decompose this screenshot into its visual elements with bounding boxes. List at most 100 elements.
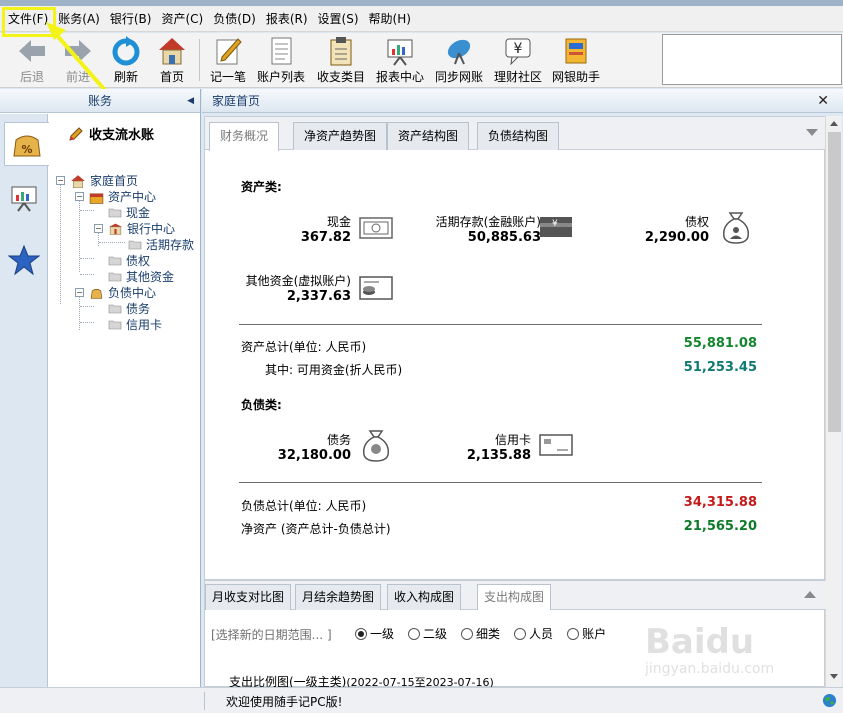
asset-cash[interactable]: 现金 367.82 (265, 213, 351, 245)
tree-item-assets[interactable]: 资产中心 (89, 188, 156, 205)
tree-line (80, 274, 94, 275)
home-button[interactable]: 首页 (152, 35, 192, 85)
back-arrow-icon (19, 40, 45, 62)
virtual-wallet-icon (359, 276, 393, 300)
bank-building-icon (109, 223, 122, 235)
tab-monthly-income-expense[interactable]: 月收支对比图 (205, 584, 292, 610)
category-button[interactable]: 收支类目 (314, 35, 368, 85)
liability-credit-card[interactable]: 信用卡 2,135.88 (445, 431, 531, 463)
tree-line (98, 232, 99, 246)
money-bag-percent-icon: % (13, 135, 41, 157)
menu-liabilities[interactable]: 负债(D) (209, 8, 260, 30)
vtab-favorites[interactable] (4, 238, 44, 282)
folder-icon (108, 320, 122, 330)
record-button[interactable]: 记一笔 (206, 35, 250, 85)
tree-item-creditor[interactable]: 债权 (108, 252, 150, 269)
menu-help[interactable]: 帮助(H) (365, 8, 415, 30)
report-center-button[interactable]: 报表中心 (373, 35, 427, 85)
back-button[interactable]: 后退 (12, 35, 52, 85)
chevron-up-icon[interactable] (804, 591, 816, 598)
tab-income-composition[interactable]: 收入构成图 (387, 584, 462, 610)
asset-demand-deposit[interactable]: 活期存款(金融账户) 50,885.63 (415, 213, 541, 245)
bank-card-yen-icon: ¥ (540, 217, 572, 237)
radio-account[interactable]: 账户 (567, 625, 606, 642)
scroll-down-icon[interactable] (830, 674, 838, 679)
collapse-icon[interactable]: ◀ (187, 89, 194, 113)
refresh-button[interactable]: 刷新 (106, 35, 146, 85)
menu-settings[interactable]: 设置(S) (314, 8, 363, 30)
asset-total-value: 55,881.08 (683, 336, 757, 351)
toolbar-blank-area (662, 34, 842, 85)
account-list-button[interactable]: 账户列表 (254, 35, 308, 85)
tree-item-bank[interactable]: 银行中心 (108, 220, 175, 237)
forward-button[interactable]: 前进 (58, 35, 98, 85)
radio-person[interactable]: 人员 (514, 625, 553, 642)
asset-creditor[interactable]: 债权 2,290.00 (623, 213, 709, 245)
radio-level-1[interactable]: 一级 (355, 625, 394, 642)
tab-net-asset-trend[interactable]: 净资产趋势图 (293, 122, 388, 150)
radio-empty-icon (567, 627, 580, 640)
vertical-scrollbar[interactable] (825, 116, 842, 687)
status-bar: 欢迎使用随手记PC版! (0, 687, 843, 713)
star-icon (8, 244, 40, 276)
bank-card-stack-icon (565, 38, 587, 64)
net-assets-label: 净资产 (资产总计-负债总计) (241, 522, 391, 536)
assets-section-title: 资产类: (241, 180, 282, 194)
chevron-down-icon[interactable] (806, 129, 818, 136)
presentation-board-icon (11, 186, 37, 212)
tree-item-demand-deposit[interactable]: 活期存款 (128, 236, 194, 253)
money-sack-icon (90, 288, 103, 299)
tree-item-credit-card[interactable]: 信用卡 (108, 316, 162, 333)
left-nav-pane: 账务 ◀ % 收支流水账 − 家庭首页 − 资产中心 现金 − 银行中心 活期存… (0, 89, 201, 687)
asset-other-funds[interactable]: 其他资金(虚拟账户) 2,337.63 (241, 272, 351, 304)
net-assets-value: 21,565.20 (683, 519, 757, 534)
tree-item-liabilities[interactable]: 负债中心 (89, 284, 156, 301)
svg-text:%: % (21, 143, 32, 156)
scrollbar-thumb[interactable] (828, 132, 841, 432)
house-icon (159, 38, 185, 65)
radio-empty-icon (408, 627, 421, 640)
tree-expand-toggle[interactable]: − (94, 224, 103, 233)
tree-line (79, 296, 80, 330)
flow-book-link[interactable]: 收支流水账 (68, 124, 154, 143)
liability-total-label: 负债总计(单位: 人民币) (241, 499, 367, 513)
folder-icon (108, 208, 122, 218)
tree-line (80, 322, 94, 323)
house-icon (71, 174, 85, 188)
bank-assistant-button[interactable]: 网银助手 (549, 35, 603, 85)
menu-bank[interactable]: 银行(B) (106, 8, 156, 30)
radio-level-2[interactable]: 二级 (408, 625, 447, 642)
sync-button[interactable]: 同步网账 (432, 35, 486, 85)
tab-liability-structure[interactable]: 负债结构图 (477, 122, 560, 150)
vtab-accounts[interactable]: % (4, 122, 49, 166)
folder-icon (108, 256, 122, 266)
vtab-reports[interactable] (4, 176, 44, 220)
tab-asset-structure[interactable]: 资产结构图 (387, 122, 470, 150)
radio-subcategory[interactable]: 细类 (461, 625, 500, 642)
tree-expand-toggle[interactable]: − (75, 192, 84, 201)
liability-debt[interactable]: 债务 32,180.00 (265, 431, 351, 463)
tab-financial-overview[interactable]: 财务概况 (209, 122, 280, 151)
tree-expand-toggle[interactable]: − (56, 176, 65, 185)
document-list-icon (271, 37, 292, 65)
community-button[interactable]: ¥ 理财社区 (491, 35, 545, 85)
scroll-up-icon[interactable] (830, 121, 838, 126)
globe-icon (822, 693, 837, 708)
close-icon[interactable]: ✕ (817, 89, 829, 113)
overview-tabs: 财务概况 净资产趋势图 资产结构图 负债结构图 (205, 117, 826, 151)
svg-text:jingyan.baidu.com: jingyan.baidu.com (645, 661, 774, 677)
menu-assets[interactable]: 资产(C) (157, 8, 207, 30)
tree-expand-toggle[interactable]: − (75, 288, 84, 297)
menu-reports[interactable]: 报表(R) (262, 8, 312, 30)
tree-item-other-funds[interactable]: 其他资金 (108, 268, 174, 285)
tab-expense-composition[interactable]: 支出构成图 (477, 584, 552, 610)
date-range-selector[interactable]: [选择新的日期范围... ] (211, 626, 332, 643)
tree-item-cash[interactable]: 现金 (108, 204, 150, 221)
tab-monthly-balance-trend[interactable]: 月结余趋势图 (295, 584, 382, 610)
tree-item-debt[interactable]: 债务 (108, 300, 150, 317)
folder-icon (108, 272, 122, 282)
tree-item-home[interactable]: 家庭首页 (70, 172, 138, 189)
credit-card-icon (539, 434, 573, 456)
menu-accounts[interactable]: 账务(A) (54, 8, 104, 30)
menu-file[interactable]: 文件(F) (4, 8, 52, 30)
